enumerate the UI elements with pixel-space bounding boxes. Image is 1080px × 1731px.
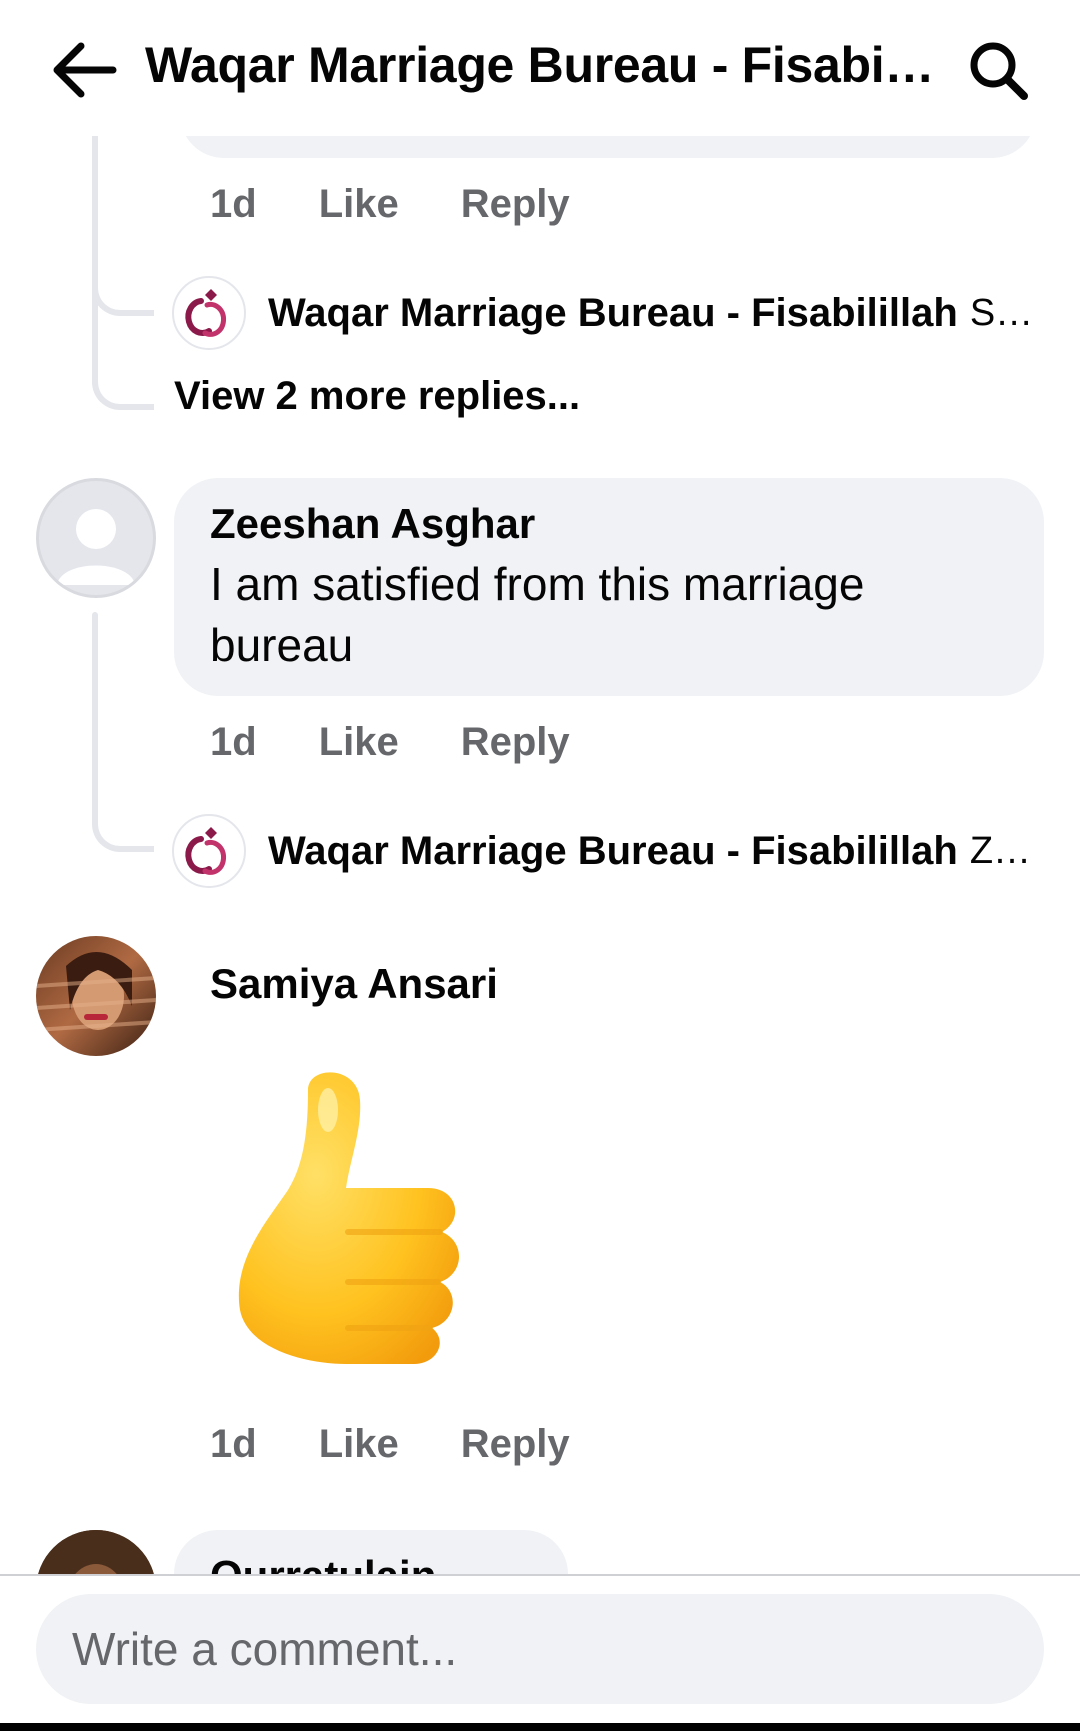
thumbs-up-icon [238,1072,460,1364]
reply-preview[interactable]: Waqar Marriage Bureau - Fisabilillah Ze.… [172,814,1042,888]
avatar[interactable] [36,478,156,598]
comment-composer [0,1574,1080,1731]
arrow-left-icon [53,42,117,98]
comment-text-line: bureau [210,619,354,671]
profile-photo [36,936,156,1056]
thumbs-up-sticker [228,1060,488,1370]
system-navigation-bar [0,1723,1080,1731]
comment-text-line: I am satisfied from this marriage [210,558,865,610]
profile-photo [36,1530,156,1574]
comment-author[interactable]: Zeeshan Asghar [210,500,1008,548]
rings-logo-icon [185,827,226,875]
comment-bubble[interactable]: Qurratulain Khan [174,1530,568,1574]
avatar[interactable] [36,1530,156,1574]
search-button[interactable] [958,30,1038,110]
timestamp: 1d [210,1422,257,1466]
comment-actions: 1d Like Reply [210,720,632,765]
reply-snippet: Ze... [969,829,1042,872]
page-logo-avatar [172,276,246,350]
like-button[interactable]: Like [319,182,399,227]
reply-snippet: Sh... [969,291,1042,334]
avatar[interactable] [36,936,156,1056]
search-icon [970,42,1028,100]
back-button[interactable] [44,30,124,110]
comment-actions: 1d Like Reply [210,1422,632,1467]
like-button[interactable]: Like [319,720,399,765]
default-user-icon [57,509,135,585]
thread-connector-curve [92,280,154,410]
comment-input[interactable] [36,1594,1044,1704]
comment-author[interactable]: Samiya Ansari [210,960,498,1008]
reply-button[interactable]: Reply [461,182,570,227]
reply-button[interactable]: Reply [461,720,570,765]
comment-thread: 1d Like Reply Waqar Marriage Bureau - Fi… [0,0,1080,1574]
thread-connector-curve [92,780,154,852]
comment-text: I am satisfied from this marriage bureau [210,554,1008,676]
comment-bubble[interactable]: Zeeshan Asghar I am satisfied from this … [174,478,1044,696]
timestamp: 1d [210,720,257,764]
reply-author: Waqar Marriage Bureau - Fisabilillah [268,290,958,335]
timestamp: 1d [210,182,257,226]
top-bar: Waqar Marriage Bureau - Fisabilillah [0,0,1080,136]
page-title: Waqar Marriage Bureau - Fisabilillah [145,37,935,93]
comment-author[interactable]: Qurratulain Khan [210,1552,532,1574]
view-more-replies-link[interactable]: View 2 more replies... [174,374,580,419]
reply-preview[interactable]: Waqar Marriage Bureau - Fisabilillah Sh.… [172,276,1042,350]
comment-actions: 1d Like Reply [210,182,632,227]
page-logo-avatar [172,814,246,888]
reply-author: Waqar Marriage Bureau - Fisabilillah [268,828,958,873]
like-button[interactable]: Like [319,1422,399,1467]
rings-logo-icon [185,289,226,337]
reply-button[interactable]: Reply [461,1422,570,1467]
